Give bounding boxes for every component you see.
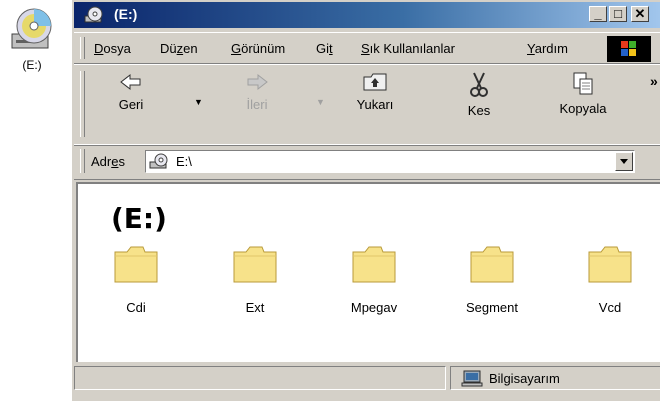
address-value: E:\ (176, 154, 192, 169)
windows-flag-icon (621, 41, 636, 56)
up-label: Yukarı (356, 97, 394, 112)
back-arrow-icon (120, 73, 141, 91)
menu-duzen[interactable]: Düzen (160, 41, 198, 56)
windows-logo (607, 36, 651, 62)
folder-item[interactable]: Cdi (96, 244, 176, 315)
menu-dosya[interactable]: Dosya (94, 41, 131, 56)
cut-button[interactable]: Kes (444, 71, 514, 118)
copy-button[interactable]: Kopyala (548, 71, 618, 116)
explorer-window: (E:) _ □ ✕ Dosya Düzen Görünüm Git Sık K… (70, 0, 660, 401)
folder-up-icon (363, 73, 387, 91)
computer-icon (461, 370, 483, 390)
desktop-icon-label: (E:) (22, 58, 42, 72)
cd-drive-icon (11, 8, 52, 49)
folder-view-title: (E:) (111, 202, 167, 235)
copy-label: Kopyala (559, 101, 607, 116)
forward-label: İleri (246, 97, 268, 112)
folder-icon (233, 246, 277, 283)
status-zone-text: Bilgisayarım (489, 371, 560, 386)
minimize-button[interactable]: _ (589, 6, 607, 22)
folder-icon (352, 246, 396, 283)
status-panel-main (74, 366, 446, 390)
forward-arrow-icon (247, 73, 268, 91)
up-button[interactable]: Yukarı (340, 71, 410, 112)
back-dropdown-icon[interactable]: ▼ (194, 97, 203, 107)
folder-name: Vcd (598, 300, 622, 315)
close-button[interactable]: ✕ (631, 6, 649, 22)
folder-name: Cdi (126, 300, 146, 315)
drive-icon (149, 153, 171, 173)
window-title: (E:) (114, 6, 138, 22)
desktop-drive-icon[interactable]: (E:) (4, 6, 60, 72)
address-input[interactable]: E:\ (145, 150, 635, 173)
folder-name: Segment (465, 300, 519, 315)
back-button[interactable]: Geri (96, 71, 166, 112)
forward-dropdown-icon[interactable]: ▼ (316, 97, 325, 107)
status-bar: Bilgisayarım (74, 364, 660, 394)
title-bar[interactable]: (E:) _ □ ✕ (74, 2, 660, 28)
folder-item[interactable]: Ext (215, 244, 295, 315)
standard-toolbar: Geri ▼ İleri ▼ Yukarı Kes Kopyala » (74, 64, 660, 146)
forward-button[interactable]: İleri (222, 71, 292, 112)
address-bar: Adres E:\ (74, 144, 660, 180)
folder-item[interactable]: Vcd (570, 244, 650, 315)
copy-icon (573, 72, 593, 95)
folder-view: (E:) Cdi Ext Mpegav Segment Vcd (76, 182, 660, 362)
folder-item[interactable]: Mpegav (334, 244, 414, 315)
addressbar-grip[interactable] (80, 149, 85, 173)
folder-icon (114, 246, 158, 283)
drive-icon (84, 6, 104, 27)
menu-sik-kullanilanlar[interactable]: Sık Kullanılanlar (361, 41, 455, 56)
scissors-icon (470, 72, 488, 97)
address-dropdown-button[interactable] (615, 152, 633, 171)
maximize-button[interactable]: □ (609, 6, 627, 22)
menu-yardim[interactable]: Yardım (527, 41, 568, 56)
folder-icon (470, 246, 514, 283)
folder-icon (588, 246, 632, 283)
folder-name: Mpegav (350, 300, 398, 315)
menubar-grip[interactable] (80, 37, 85, 59)
menu-gorunum[interactable]: Görünüm (231, 41, 285, 56)
menu-bar: Dosya Düzen Görünüm Git Sık Kullanılanla… (74, 32, 660, 64)
folder-name: Ext (245, 300, 265, 315)
folder-item[interactable]: Segment (452, 244, 532, 315)
toolbar-overflow-chevron[interactable]: » (650, 73, 658, 89)
back-label: Geri (118, 97, 144, 112)
toolbar-grip[interactable] (80, 71, 85, 137)
cut-label: Kes (467, 103, 491, 118)
menu-git[interactable]: Git (316, 41, 333, 56)
address-label: Adres (91, 154, 125, 169)
status-panel-zone: Bilgisayarım (450, 366, 660, 390)
